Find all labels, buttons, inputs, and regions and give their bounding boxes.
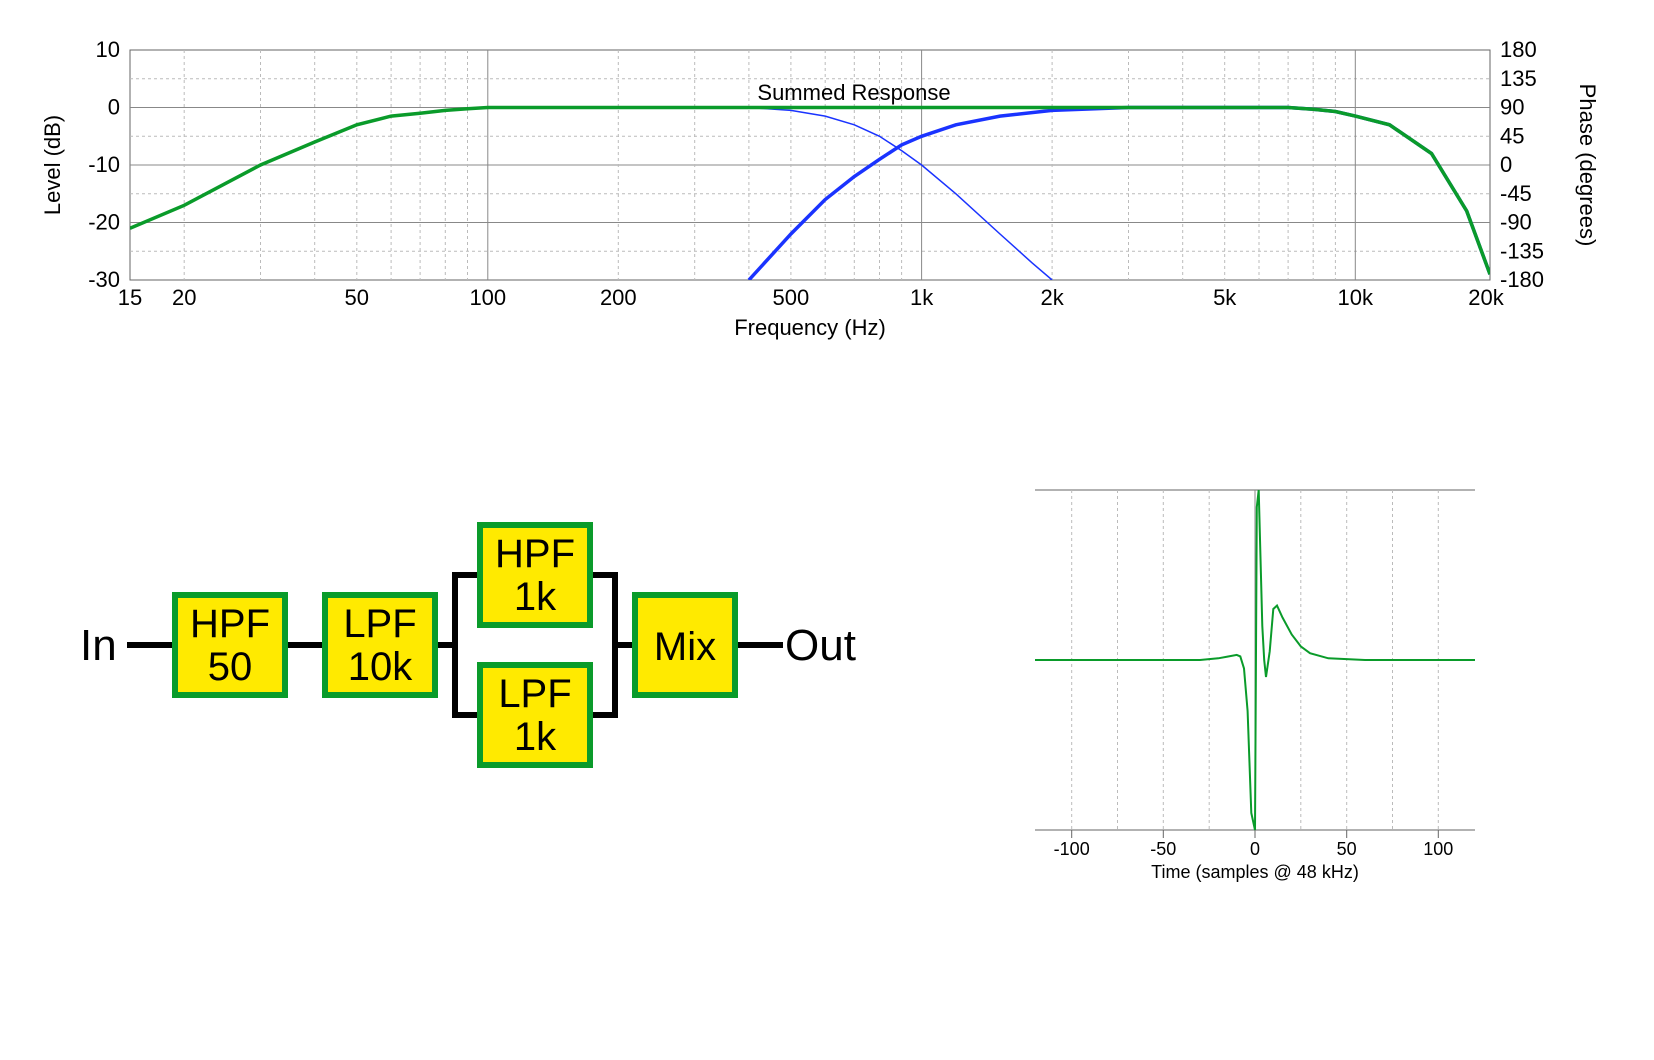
svg-text:10k: 10k [348, 645, 413, 689]
svg-text:50: 50 [208, 645, 253, 689]
hpf-50-block: HPF 50 [175, 595, 285, 695]
lpf-10k-block: LPF 10k [325, 595, 435, 695]
impulse-response-plot: -100 -50 0 50 100 Time (samples @ 48 kHz… [955, 460, 1515, 910]
x-tick: 20 [172, 285, 196, 310]
svg-text:HPF: HPF [190, 602, 270, 646]
y-left-tick: -10 [88, 152, 120, 177]
in-label: In [80, 621, 117, 670]
svg-text:HPF: HPF [495, 532, 575, 576]
x-tick: 100 [469, 285, 506, 310]
x-tick: 1k [910, 285, 934, 310]
y-left-tick: -20 [88, 210, 120, 235]
hpf-1k-block: HPF 1k [480, 525, 590, 625]
x-tick: 500 [773, 285, 810, 310]
y-right-tick: -45 [1500, 181, 1532, 206]
x-tick: 15 [118, 285, 142, 310]
svg-text:LPF: LPF [343, 602, 416, 646]
mix-block: Mix [635, 595, 735, 695]
impulse-x-tick: -100 [1054, 839, 1090, 859]
impulse-x-tick: 50 [1337, 839, 1357, 859]
impulse-x-tick: 0 [1250, 839, 1260, 859]
y-left-tick: 10 [96, 37, 120, 62]
y-right-tick: 135 [1500, 66, 1537, 91]
y-left-axis-label: Level (dB) [40, 115, 65, 215]
summed-response-curve [130, 108, 1490, 275]
impulse-x-tick: 100 [1423, 839, 1453, 859]
svg-text:1k: 1k [514, 575, 557, 619]
summed-response-annotation: Summed Response [757, 80, 950, 105]
lpf-1k-block: LPF 1k [480, 665, 590, 765]
block-diagram: HPF 50 LPF 10k HPF 1k LPF 1k Mix In Out [0, 470, 880, 830]
svg-text:1k: 1k [514, 715, 557, 759]
x-tick: 200 [600, 285, 637, 310]
svg-text:Mix: Mix [654, 625, 716, 669]
impulse-x-tick: -50 [1150, 839, 1176, 859]
y-right-tick: 45 [1500, 123, 1524, 148]
impulse-x-axis-label: Time (samples @ 48 kHz) [1151, 862, 1359, 882]
x-axis-label: Frequency (Hz) [734, 315, 886, 340]
y-right-tick: 0 [1500, 152, 1512, 177]
out-label: Out [785, 621, 856, 670]
x-tick: 2k [1040, 285, 1064, 310]
x-tick: 10k [1338, 285, 1374, 310]
x-tick: 5k [1213, 285, 1237, 310]
y-right-axis-label: Phase (degrees) [1575, 84, 1600, 247]
y-left-tick: 0 [108, 95, 120, 120]
y-right-tick: 90 [1500, 95, 1524, 120]
y-right-tick: -180 [1500, 267, 1544, 292]
y-right-tick: -135 [1500, 238, 1544, 263]
y-right-tick: -90 [1500, 210, 1532, 235]
frequency-response-plot: Summed Response 15 20 50 100 200 500 1k … [0, 0, 1654, 360]
svg-text:LPF: LPF [498, 672, 571, 716]
x-tick: 50 [345, 285, 369, 310]
y-left-tick: -30 [88, 267, 120, 292]
y-right-tick: 180 [1500, 37, 1537, 62]
